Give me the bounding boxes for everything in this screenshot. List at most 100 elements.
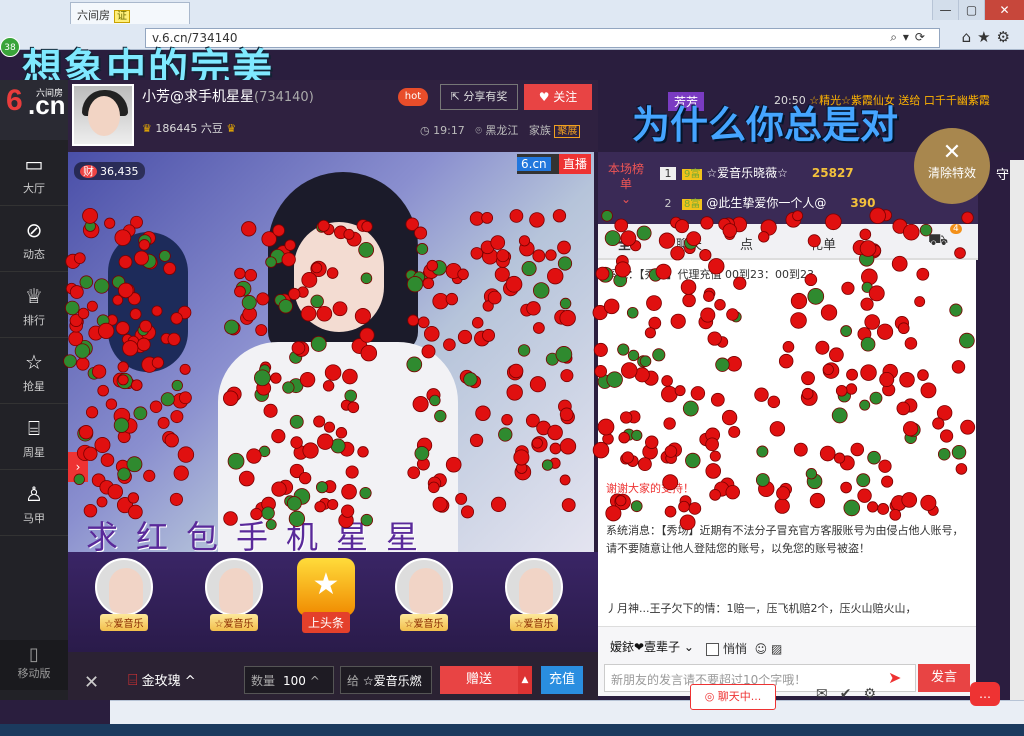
- send-gift-button[interactable]: 赠送: [440, 666, 518, 694]
- browser-tab[interactable]: 六间房证: [70, 2, 190, 24]
- rank-row[interactable]: 2 8富 @此生挚爱你一个人@ 390: [660, 194, 875, 220]
- clear-effects-label: 清除特效: [927, 166, 976, 180]
- host-name-text: 小芳@求手机星星: [142, 89, 254, 105]
- host-name: 小芳@求手机星星(734140): [142, 86, 314, 106]
- rank-user: ☆爱音乐晓薇☆: [706, 166, 788, 180]
- chatting-label: 聊天中...: [717, 690, 762, 703]
- status-bar: [110, 700, 1024, 724]
- gift-label: ☆爱音乐: [99, 614, 149, 631]
- tab-gift-list[interactable]: 礼单: [810, 234, 836, 253]
- chevron-up-icon: ^: [309, 674, 320, 688]
- gift-label: ☆爱音乐: [399, 614, 449, 631]
- collapse-arrow-icon[interactable]: ›: [68, 452, 88, 482]
- live-badge: 6.cn 直播: [517, 154, 591, 174]
- follow-label: 关注: [553, 90, 578, 104]
- viewer-count: 财 36,435: [74, 162, 145, 180]
- gift-item[interactable]: ☆爱音乐: [500, 558, 568, 644]
- chat-recipient[interactable]: 嫒銥❤壹辈子 ⌄: [610, 638, 694, 655]
- viewer-count-text: 36,435: [100, 165, 139, 178]
- recipient-field[interactable]: 给 ☆爱音乐燃: [340, 666, 432, 694]
- emoji-icon[interactable]: ☺: [755, 642, 768, 656]
- minimize-button[interactable]: —: [932, 0, 958, 20]
- chat-message: 系统：【秀场】代理充值 00到23：00到23: [606, 266, 966, 284]
- microphone-image: [108, 232, 188, 372]
- quantity-value: 100: [283, 674, 306, 688]
- host-meta: ◷ 19:17 ⌾ 黑龙江 家族 聚展: [420, 122, 581, 138]
- page-scrollbar[interactable]: [1010, 160, 1024, 700]
- chat-message: 系统消息：【秀场】近期有不法分子冒充官方客服账号为由侵占他人账号，请不要随意让他…: [606, 522, 966, 558]
- chat-message: 丿月神...王子欠下的情：1赔一，压飞机赔2个，压火山赔火山，: [606, 600, 966, 618]
- live-label: 直播: [558, 154, 591, 174]
- tab-song[interactable]: 点: [740, 234, 753, 253]
- gift-item[interactable]: ☆爱音乐: [200, 558, 268, 644]
- tab-all[interactable]: 全: [618, 234, 631, 253]
- chat-message: 谢谢大家的支持！: [606, 480, 966, 498]
- chat-send-button[interactable]: 发言: [918, 664, 970, 692]
- close-window-button[interactable]: ✕: [984, 0, 1024, 20]
- chatting-button[interactable]: ◎ 聊天中...: [690, 684, 776, 710]
- whisper-checkbox[interactable]: 悄悄 ☺ ▨: [706, 640, 782, 657]
- site-logo[interactable]: 6 .cn 六间房: [0, 80, 70, 140]
- clear-effects-button[interactable]: ✕ 清除特效: [914, 128, 990, 204]
- close-icon[interactable]: ✕: [84, 672, 104, 693]
- gift-icon: ⌸: [28, 416, 40, 440]
- recipient-label: 给: [347, 674, 360, 688]
- share-icon: ⇱: [450, 90, 464, 103]
- tray-icons[interactable]: ✉✔⚙: [816, 686, 888, 702]
- window-buttons: — ▢ ✕: [932, 0, 1024, 20]
- family-badge[interactable]: 聚展: [554, 125, 581, 138]
- headline-gift[interactable]: ★ 上头条: [292, 558, 360, 644]
- rank-row[interactable]: 1 9富 ☆爱音乐晓薇☆ 25827: [660, 164, 854, 190]
- location: 黑龙江: [485, 124, 519, 137]
- send-arrow-icon[interactable]: ➤: [888, 668, 901, 687]
- tab-title: 六间房: [77, 9, 110, 22]
- gift-label: ☆爱音乐: [509, 614, 559, 631]
- hot-badge[interactable]: hot: [398, 88, 428, 106]
- os-taskbar: [0, 724, 1024, 736]
- search-icon[interactable]: ⌕▾⟳: [890, 30, 931, 45]
- message-icon[interactable]: …: [970, 682, 1000, 706]
- maximize-button[interactable]: ▢: [958, 0, 984, 20]
- streamer-face: [294, 222, 384, 332]
- chevron-up-icon: ^: [184, 674, 196, 689]
- message-text: 丿月神...王子欠下的情：1赔一，压飞机赔2个，压火山赔火山，: [606, 602, 917, 615]
- gift-item[interactable]: ☆爱音乐: [90, 558, 158, 644]
- quantity-field[interactable]: 数量 100 ^: [244, 666, 334, 694]
- crown-icon: ♛: [226, 122, 237, 135]
- crown-icon: ♛: [142, 122, 152, 135]
- gift-icon: ⌸: [128, 670, 138, 689]
- sidebar-item-vest[interactable]: ♙ 马甲: [0, 470, 68, 536]
- car-icon[interactable]: ⛟: [928, 230, 948, 251]
- car-count: 4: [950, 224, 962, 234]
- sidebar-item-rank[interactable]: ♕ 排行: [0, 272, 68, 338]
- sidebar-item-feed[interactable]: ⊘ 动态: [0, 206, 68, 272]
- recharge-button[interactable]: 充值: [541, 666, 583, 694]
- crown-icon: ♕: [25, 284, 43, 308]
- quantity-label: 数量: [251, 674, 276, 688]
- video-player[interactable]: [68, 152, 594, 552]
- share-label: 分享有奖: [463, 90, 508, 103]
- share-button[interactable]: ⇱ 分享有奖: [440, 84, 518, 110]
- live-time: 19:17: [433, 124, 465, 137]
- guard-label[interactable]: 守: [996, 164, 1009, 183]
- chevron-down-icon: ⌄: [620, 192, 632, 206]
- rank-number: 1: [660, 167, 676, 180]
- host-beans: ♛ 186445 六豆 ♛: [142, 120, 236, 136]
- gift-selector[interactable]: ⌸ 金玫瑰 ^: [128, 670, 196, 690]
- sidebar-item-week-star[interactable]: ⌸ 周星: [0, 404, 68, 470]
- browser-nav-icons[interactable]: ⌂★⚙: [962, 28, 1016, 46]
- rank-title[interactable]: 本场榜单 ⌄: [606, 162, 646, 207]
- tab-chat[interactable]: 聊天: [676, 234, 702, 253]
- gift-item[interactable]: ☆爱音乐: [390, 558, 458, 644]
- sidebar-item-label: 马甲: [23, 512, 45, 525]
- message-text: 系统消息：【秀场】近期有不法分子冒充官方客服账号为由侵占他人账号，请不要随意让他…: [606, 524, 964, 555]
- follow-button[interactable]: ♥ 关注: [524, 84, 592, 110]
- image-icon[interactable]: ▨: [771, 642, 782, 656]
- sidebar-item-hall[interactable]: ▭ 大厅: [0, 140, 68, 206]
- sidebar-item-grab-star[interactable]: ☆ 抢星: [0, 338, 68, 404]
- mobile-version-link[interactable]: ▯ 移动版: [0, 640, 68, 690]
- host-avatar[interactable]: [72, 84, 134, 146]
- send-dropdown-icon[interactable]: ▲: [518, 666, 532, 694]
- logo-six: 6: [6, 84, 23, 117]
- heart-icon: ♥: [538, 90, 554, 104]
